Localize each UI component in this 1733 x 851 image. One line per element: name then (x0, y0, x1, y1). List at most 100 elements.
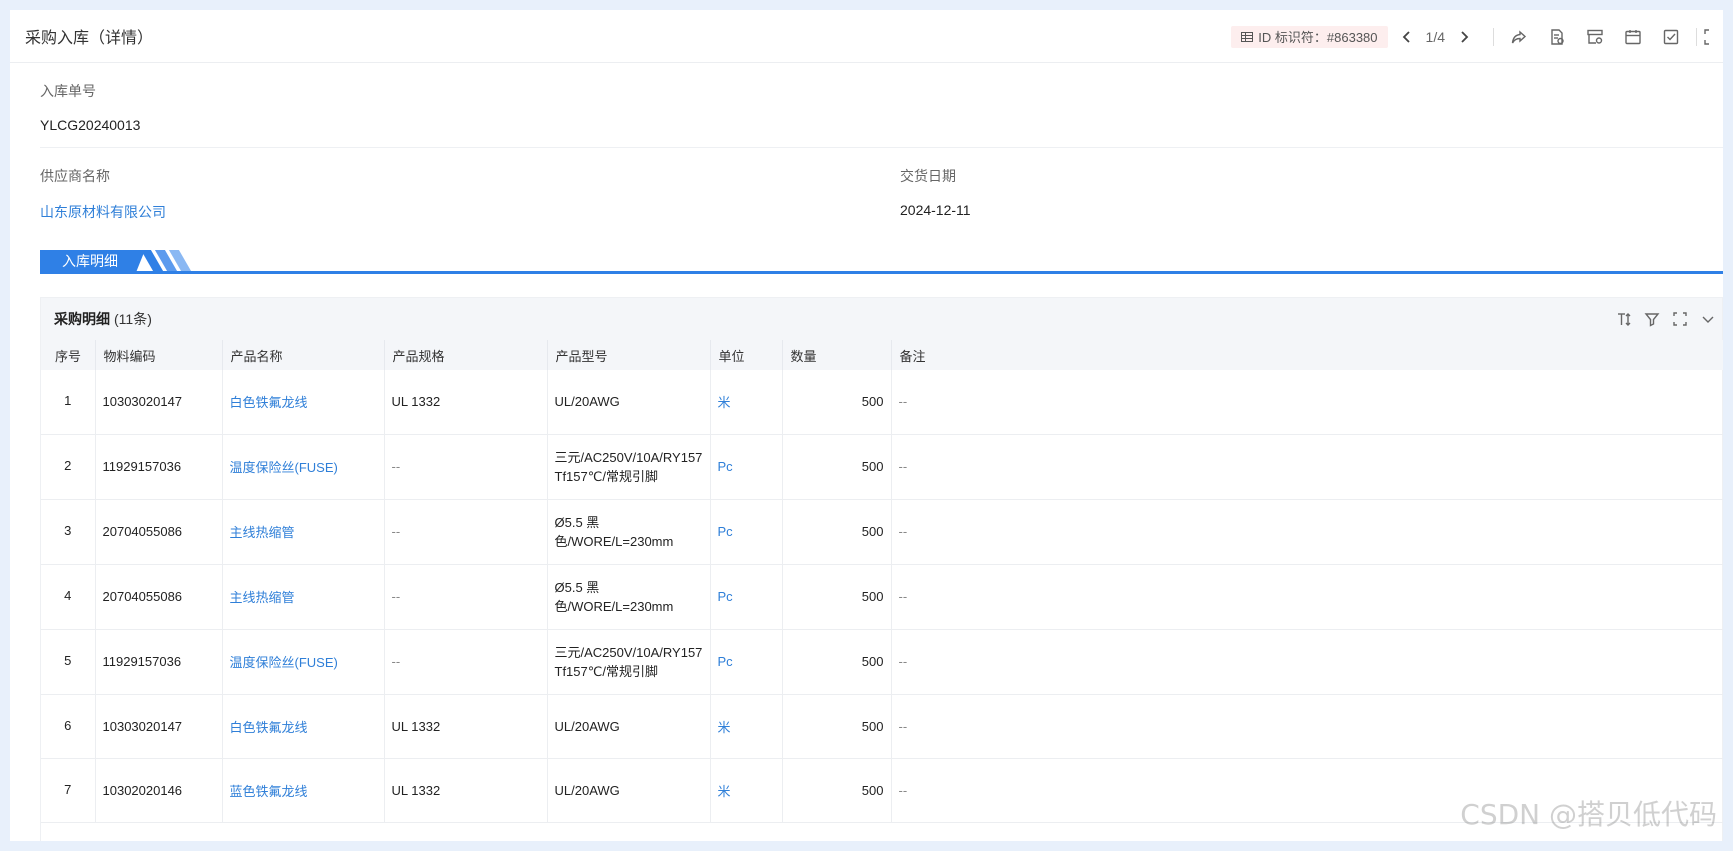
supplier-field: 供应商名称 山东原材料有限公司 (40, 148, 900, 236)
share-icon[interactable] (1500, 10, 1538, 63)
cell-product-link[interactable]: 主线热缩管 (222, 564, 385, 630)
column-header[interactable]: 单位 (710, 340, 783, 370)
cell-model: 三元/AC250V/10A/RY157 Tf157℃/常规引脚 (547, 434, 711, 500)
cell-note: -- (891, 370, 1723, 435)
cell-index: 5 (41, 629, 96, 695)
table-title: 采购明细 (54, 311, 110, 327)
column-header[interactable]: 数量 (782, 340, 892, 370)
detail-table: 序号 物料编码 产品名称 产品规格 产品型号 单位 数量 备注 1 103030… (41, 340, 1723, 823)
cell-spec: -- (384, 629, 548, 695)
toolbar-divider (1493, 27, 1494, 46)
table-header-row: 序号 物料编码 产品名称 产品规格 产品型号 单位 数量 备注 (41, 340, 1723, 370)
table-header-bar: 采购明细 (11条) (41, 298, 1722, 340)
cell-qty: 500 (782, 694, 892, 759)
cell-index: 6 (41, 694, 96, 759)
approve-checkbox-icon[interactable] (1652, 10, 1690, 63)
cell-index: 3 (41, 499, 96, 565)
table-row[interactable]: 6 10303020147 白色铁氟龙线 UL 1332 UL/20AWG 米 … (41, 694, 1723, 759)
table-row[interactable]: 5 11929157036 温度保险丝(FUSE) -- 三元/AC250V/1… (41, 629, 1723, 695)
column-header[interactable]: 备注 (891, 340, 1723, 370)
chevron-right-icon[interactable] (1457, 30, 1471, 44)
cell-model: UL/20AWG (547, 758, 711, 823)
table-icon (1241, 31, 1254, 42)
cell-index: 7 (41, 758, 96, 823)
cell-unit: Pc (710, 499, 783, 565)
cell-index: 4 (41, 564, 96, 630)
calendar-icon[interactable] (1614, 10, 1652, 63)
cell-index: 1 (41, 370, 96, 435)
cell-code: 20704055086 (95, 499, 223, 565)
page-header: 采购入库（详情） ID 标识符：#863380 1/4 (10, 10, 1723, 63)
form-row: 供应商名称 山东原材料有限公司 交货日期 2024-12-11 (40, 148, 1723, 236)
cell-unit: Pc (710, 629, 783, 695)
section-banner: 入库明细 (40, 248, 1723, 274)
cell-qty: 500 (782, 629, 892, 695)
cell-product-link[interactable]: 白色铁氟龙线 (222, 370, 385, 435)
cell-spec: UL 1332 (384, 694, 548, 759)
cell-model: Ø5.5 黑色/WORE/L=230mm (547, 499, 711, 565)
fullscreen-icon[interactable] (1703, 10, 1723, 63)
supplier-link[interactable]: 山东原材料有限公司 (40, 202, 900, 222)
font-size-icon[interactable] (1610, 298, 1638, 340)
delivery-date-value: 2024-12-11 (900, 202, 971, 218)
cell-note: -- (891, 694, 1723, 759)
cell-qty: 500 (782, 564, 892, 630)
cell-product-link[interactable]: 白色铁氟龙线 (222, 694, 385, 759)
cell-model: UL/20AWG (547, 370, 711, 435)
id-badge-text: ID 标识符：#863380 (1258, 30, 1378, 45)
header-toolbar: ID 标识符：#863380 1/4 (1231, 10, 1723, 63)
cell-qty: 500 (782, 370, 892, 435)
cell-model: Ø5.5 黑色/WORE/L=230mm (547, 564, 711, 630)
cell-spec: -- (384, 499, 548, 565)
order-no-field: 入库单号 YLCG20240013 (40, 63, 900, 147)
template-icon[interactable] (1576, 10, 1614, 63)
cell-product-link[interactable]: 主线热缩管 (222, 499, 385, 565)
cell-spec: UL 1332 (384, 758, 548, 823)
table-row[interactable]: 1 10303020147 白色铁氟龙线 UL 1332 UL/20AWG 米 … (41, 370, 1723, 435)
cell-unit: Pc (710, 564, 783, 630)
column-header[interactable]: 产品名称 (222, 340, 385, 370)
page-title: 采购入库（详情） (25, 30, 154, 47)
cell-product-link[interactable]: 温度保险丝(FUSE) (222, 629, 385, 695)
order-no-label: 入库单号 (40, 83, 96, 99)
column-header[interactable]: 序号 (41, 340, 96, 370)
delivery-date-field: 交货日期 2024-12-11 (900, 148, 1660, 236)
cell-code: 10303020147 (95, 370, 223, 435)
column-header[interactable]: 物料编码 (95, 340, 223, 370)
cell-qty: 500 (782, 499, 892, 565)
table-row[interactable]: 4 20704055086 主线热缩管 -- Ø5.5 黑色/WORE/L=23… (41, 564, 1723, 630)
cell-note: -- (891, 434, 1723, 500)
cell-code: 11929157036 (95, 629, 223, 695)
toolbar-divider (1696, 27, 1697, 46)
cell-unit: Pc (710, 434, 783, 500)
cell-spec: -- (384, 434, 548, 500)
order-no-value: YLCG20240013 (40, 117, 141, 133)
detail-form: 入库单号 YLCG20240013 供应商名称 山东原材料有限公司 交货日期 2… (10, 63, 1723, 236)
cell-code: 10302020146 (95, 758, 223, 823)
cell-unit: 米 (710, 758, 783, 823)
cell-note: -- (891, 629, 1723, 695)
chevron-left-icon[interactable] (1400, 30, 1414, 44)
form-row: 入库单号 YLCG20240013 (40, 63, 1723, 148)
detail-table-card: 采购明细 (11条) 序号 物料编码 产品名称 产品规格 产品型号 单位 数量 … (40, 297, 1723, 841)
cell-product-link[interactable]: 温度保险丝(FUSE) (222, 434, 385, 500)
expand-icon[interactable] (1666, 298, 1694, 340)
column-header[interactable]: 产品规格 (384, 340, 548, 370)
table-tools (1610, 298, 1722, 340)
cell-code: 10303020147 (95, 694, 223, 759)
cell-note: -- (891, 499, 1723, 565)
cell-qty: 500 (782, 434, 892, 500)
id-badge[interactable]: ID 标识符：#863380 (1231, 25, 1388, 48)
filter-icon[interactable] (1638, 298, 1666, 340)
cell-spec: UL 1332 (384, 370, 548, 435)
table-row[interactable]: 3 20704055086 主线热缩管 -- Ø5.5 黑色/WORE/L=23… (41, 499, 1723, 565)
delivery-date-label: 交货日期 (900, 168, 956, 184)
cell-model: UL/20AWG (547, 694, 711, 759)
print-document-icon[interactable] (1538, 10, 1576, 63)
table-count: (11条) (114, 311, 152, 327)
column-header[interactable]: 产品型号 (547, 340, 711, 370)
table-row[interactable]: 2 11929157036 温度保险丝(FUSE) -- 三元/AC250V/1… (41, 434, 1723, 500)
cell-product-link[interactable]: 蓝色铁氟龙线 (222, 758, 385, 823)
chevron-down-icon[interactable] (1694, 298, 1722, 340)
detail-window: 采购入库（详情） ID 标识符：#863380 1/4 入库单号 YLCG202… (10, 10, 1723, 841)
